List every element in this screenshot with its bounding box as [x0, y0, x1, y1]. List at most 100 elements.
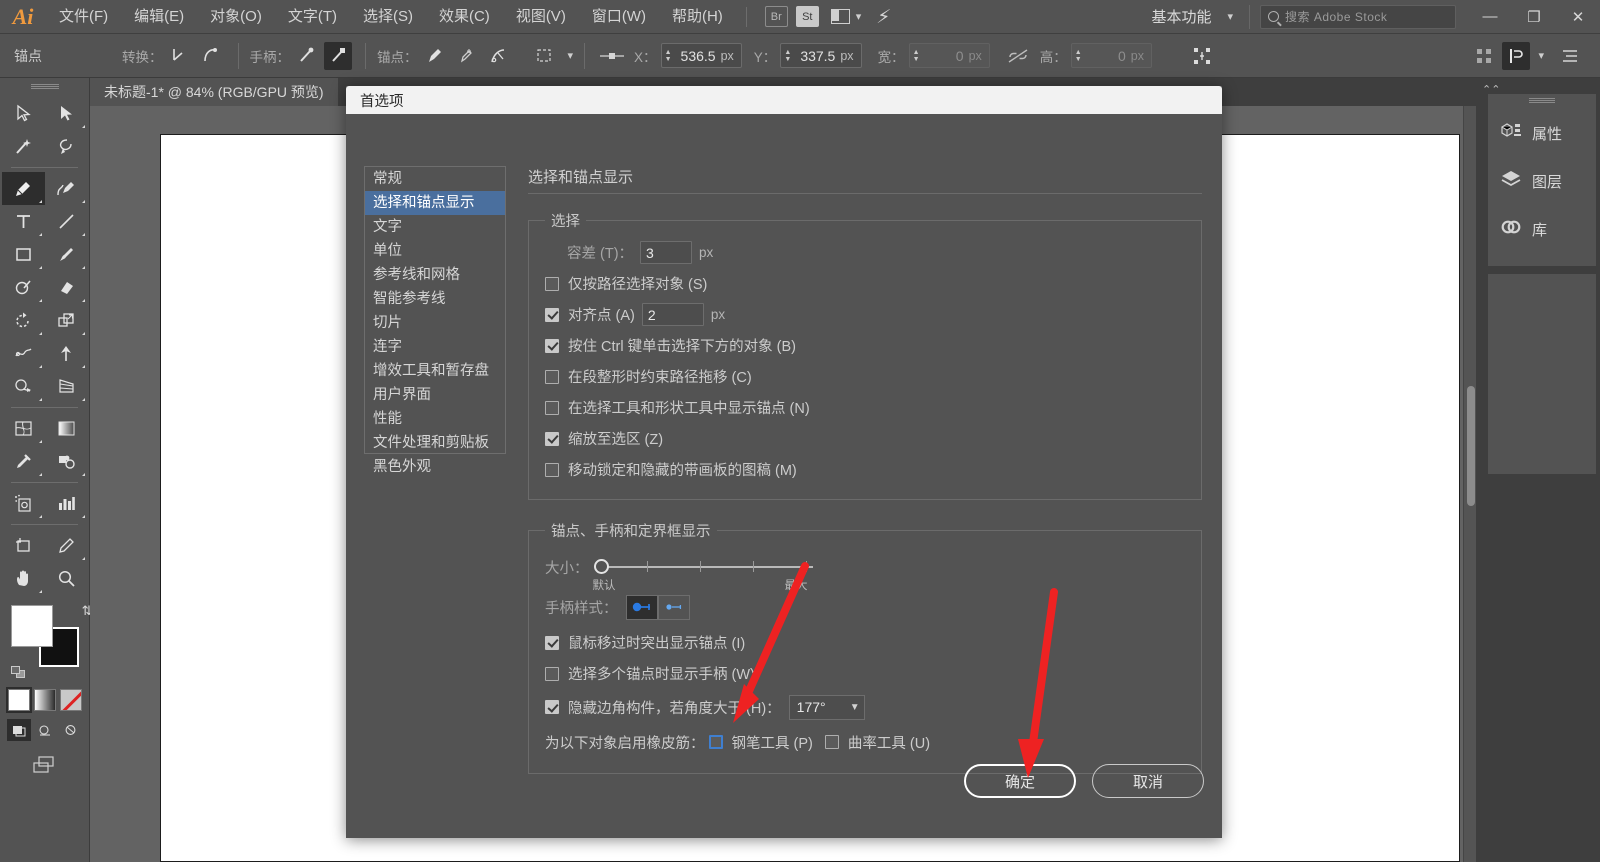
tool-column-graph[interactable]: [45, 487, 88, 520]
tool-width[interactable]: [2, 337, 45, 370]
tool-selection[interactable]: [2, 97, 45, 130]
tool-curvature[interactable]: [45, 172, 88, 205]
fill-stroke-swatches[interactable]: ⇅: [11, 605, 79, 667]
default-fill-stroke-icon[interactable]: [11, 666, 26, 679]
category-hyphenation[interactable]: 连字: [365, 335, 505, 359]
tool-shape-builder[interactable]: [2, 370, 45, 403]
checkbox-object-selection-by-path[interactable]: [545, 277, 559, 291]
transform-chevron-icon[interactable]: ▾: [568, 49, 574, 62]
panel-layers[interactable]: 图层: [1488, 157, 1596, 205]
none-mode-button[interactable]: [60, 689, 82, 711]
slider-knob[interactable]: [594, 559, 609, 574]
stock-search-input[interactable]: 搜索 Adobe Stock: [1260, 5, 1456, 29]
tool-rectangle[interactable]: [2, 238, 45, 271]
category-user-interface[interactable]: 用户界面: [365, 383, 505, 407]
checkbox-row-zoom-to-selection[interactable]: 缩放至选区 (Z): [545, 423, 1185, 454]
checkbox-move-locked-hidden-artwork[interactable]: [545, 463, 559, 477]
menu-edit[interactable]: 编辑(E): [121, 0, 197, 34]
tool-direct-selection[interactable]: [45, 97, 88, 130]
x-position-field[interactable]: ▲▼ 536.5 px: [661, 43, 742, 68]
transform-icon[interactable]: [532, 42, 560, 70]
category-performance[interactable]: 性能: [365, 407, 505, 431]
canvas-vertical-scrollbar[interactable]: [1463, 106, 1476, 862]
tool-paintbrush[interactable]: [45, 238, 88, 271]
menu-help[interactable]: 帮助(H): [659, 0, 736, 34]
draw-normal-icon[interactable]: [7, 719, 31, 741]
checkbox-show-anchors-in-tools[interactable]: [545, 401, 559, 415]
menu-view[interactable]: 视图(V): [503, 0, 579, 34]
color-mode-button[interactable]: [8, 689, 30, 711]
tool-zoom[interactable]: [45, 562, 88, 595]
handle-style-large-button[interactable]: [626, 595, 658, 620]
tool-artboard[interactable]: [2, 529, 45, 562]
checkbox-row-hide-corner-widget[interactable]: 隐藏边角构件，若角度大于 (H)： 177° ▼: [545, 689, 1185, 725]
preferences-category-list[interactable]: 常规 选择和锚点显示 文字 单位 参考线和网格 智能参考线 切片 连字 增效工具…: [364, 166, 506, 454]
fill-swatch[interactable]: [11, 605, 53, 647]
category-type[interactable]: 文字: [365, 215, 505, 239]
link-dimensions-icon[interactable]: [1004, 42, 1032, 70]
tools-panel-grip[interactable]: [31, 84, 59, 89]
tool-shaper[interactable]: [2, 271, 45, 304]
tool-blend[interactable]: [45, 445, 88, 478]
checkbox-snap-to-point[interactable]: [545, 308, 559, 322]
tool-magic-wand[interactable]: [2, 130, 45, 163]
category-smart-guides[interactable]: 智能参考线: [365, 287, 505, 311]
tolerance-input[interactable]: 3: [640, 241, 692, 264]
tool-symbol-sprayer[interactable]: [2, 487, 45, 520]
tool-scale[interactable]: [45, 304, 88, 337]
window-restore-button[interactable]: ❐: [1512, 0, 1556, 34]
checkbox-highlight-anchors-on-hover[interactable]: [545, 636, 559, 650]
anchor-size-slider[interactable]: 默认 最大: [595, 558, 813, 576]
bridge-icon[interactable]: Br: [765, 6, 788, 27]
category-guides-grid[interactable]: 参考线和网格: [365, 263, 505, 287]
category-selection-anchor-display[interactable]: 选择和锚点显示: [365, 191, 505, 215]
x-spinner-icon[interactable]: ▲▼: [662, 49, 675, 63]
handle-style-small-button[interactable]: [658, 595, 690, 620]
checkbox-row-highlight-anchors-on-hover[interactable]: 鼠标移过时突出显示锚点 (I): [545, 627, 1185, 658]
checkbox-row-show-anchors-in-tools[interactable]: 在选择工具和形状工具中显示锚点 (N): [545, 392, 1185, 423]
panel-libraries[interactable]: 库: [1488, 205, 1596, 253]
draw-inside-icon[interactable]: [59, 719, 83, 741]
tool-eraser[interactable]: [45, 271, 88, 304]
arrange-objects-icon[interactable]: [1502, 42, 1530, 70]
align-panel-icon[interactable]: [1470, 42, 1498, 70]
arrange-chevron-icon[interactable]: ▾: [1538, 49, 1544, 62]
tool-slice[interactable]: [45, 529, 88, 562]
gradient-mode-button[interactable]: [34, 689, 56, 711]
category-units[interactable]: 单位: [365, 239, 505, 263]
corner-angle-select[interactable]: 177° ▼: [789, 695, 865, 720]
document-tab[interactable]: 未标题-1* @ 84% (RGB/GPU 预览): [90, 78, 338, 106]
tool-pen[interactable]: [2, 172, 45, 205]
checkbox-row-object-selection-by-path[interactable]: 仅按路径选择对象 (S): [545, 268, 1185, 299]
scrollbar-thumb[interactable]: [1467, 386, 1475, 506]
checkbox-row-snap-to-point[interactable]: 对齐点 (A) 2 px: [545, 299, 1185, 330]
category-file-clipboard[interactable]: 文件处理和剪贴板: [365, 431, 505, 455]
checkbox-show-handles-multiselect[interactable]: [545, 667, 559, 681]
y-position-field[interactable]: ▲▼ 337.5 px: [780, 43, 861, 68]
draw-behind-icon[interactable]: [33, 719, 57, 741]
panel-dock-grip[interactable]: [1529, 98, 1555, 103]
checkbox-rubber-band-curvature-tool[interactable]: [825, 735, 839, 749]
tool-type[interactable]: [2, 205, 45, 238]
ok-button[interactable]: 确定: [964, 764, 1076, 798]
checkbox-hide-corner-widget[interactable]: [545, 700, 559, 714]
tool-perspective-grid[interactable]: [45, 370, 88, 403]
menu-window[interactable]: 窗口(W): [579, 0, 659, 34]
screen-mode-icon[interactable]: [30, 755, 60, 780]
cancel-button[interactable]: 取消: [1092, 764, 1204, 798]
checkbox-constrain-path-dragging[interactable]: [545, 370, 559, 384]
checkbox-zoom-to-selection[interactable]: [545, 432, 559, 446]
tool-mesh[interactable]: [2, 412, 45, 445]
tool-line-segment[interactable]: [45, 205, 88, 238]
tool-hand[interactable]: [2, 562, 45, 595]
checkbox-rubber-band-pen-tool[interactable]: [709, 735, 723, 749]
category-plugins-scratch[interactable]: 增效工具和暂存盘: [365, 359, 505, 383]
tool-eyedropper[interactable]: [2, 445, 45, 478]
add-anchor-icon[interactable]: [452, 42, 480, 70]
align-reference-icon[interactable]: [598, 42, 626, 70]
checkbox-ctrl-click-select-behind[interactable]: [545, 339, 559, 353]
tool-gradient[interactable]: [45, 412, 88, 445]
category-appearance-of-black[interactable]: 黑色外观: [365, 455, 505, 479]
menu-file[interactable]: 文件(F): [46, 0, 121, 34]
checkbox-row-ctrl-click-select-behind[interactable]: 按住 Ctrl 键单击选择下方的对象 (B): [545, 330, 1185, 361]
